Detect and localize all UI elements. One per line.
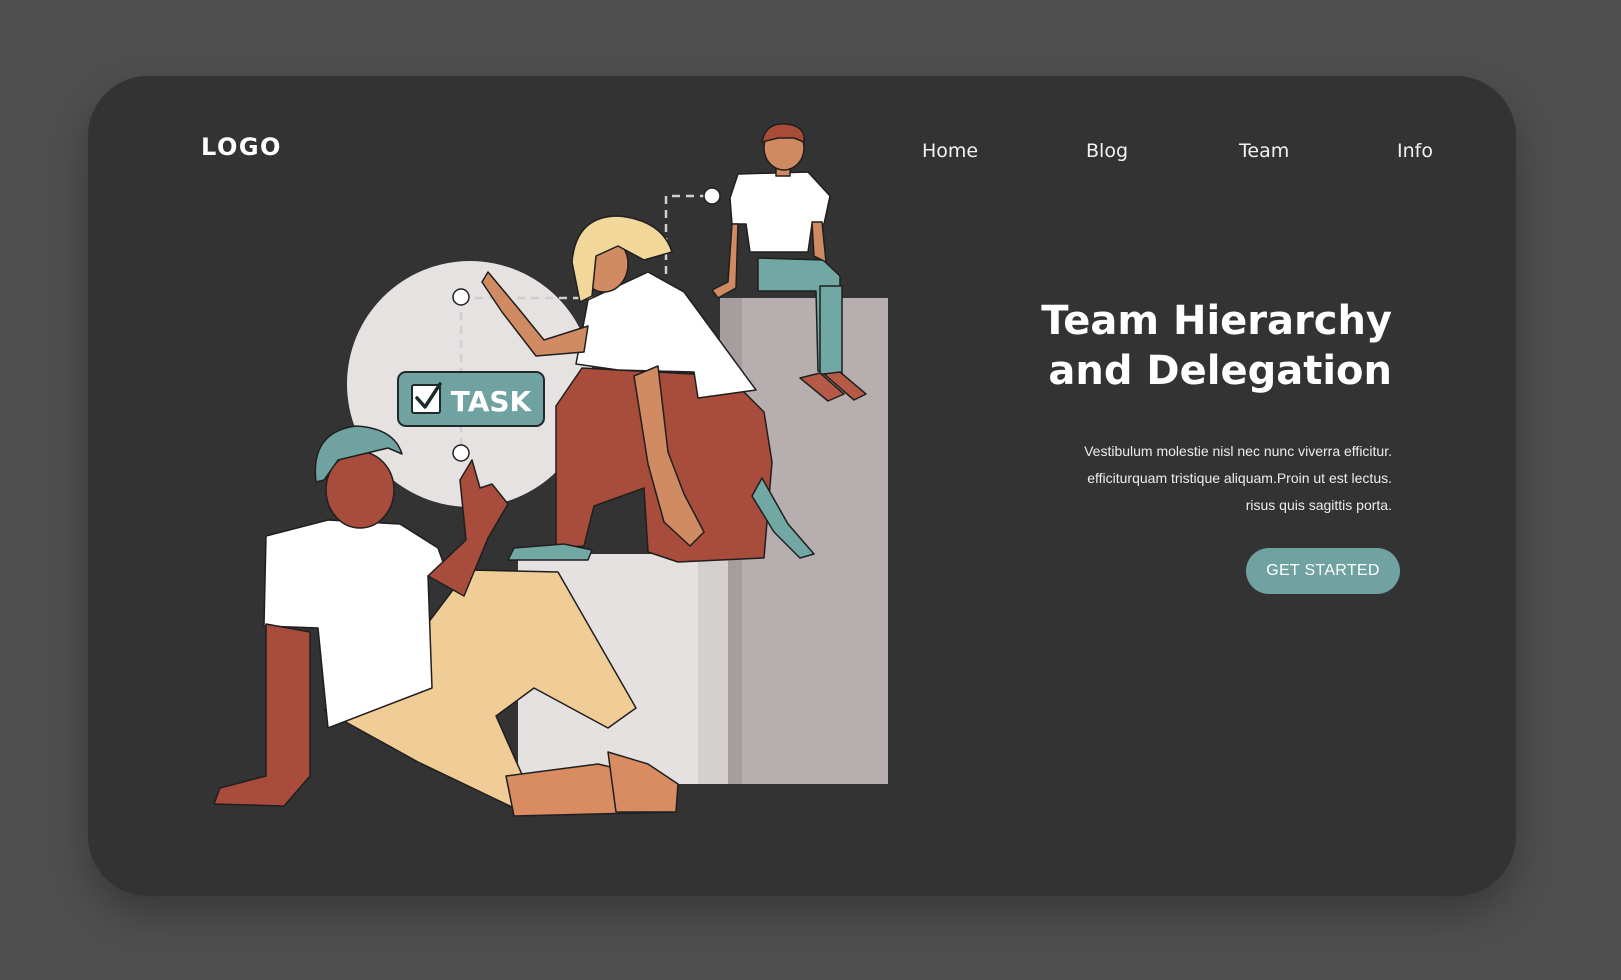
hero-description: Vestibulum molestie nisl nec nunc viverr…: [972, 438, 1392, 519]
landing-card: LOGO Home Blog Team Info TASK Team Hiera…: [88, 76, 1516, 896]
node-dot: [703, 187, 721, 205]
hero-description-line: risus quis sagittis porta.: [1245, 497, 1392, 513]
hero-description-line: Vestibulum molestie nisl nec nunc viverr…: [1084, 443, 1392, 459]
hero-title-line: Team Hierarchy: [1041, 298, 1392, 344]
node-dot: [452, 288, 470, 306]
hero-description-line: efficiturquam tristique aliquam.Proin ut…: [1087, 470, 1392, 486]
node-dot: [452, 444, 470, 462]
nav-link-team[interactable]: Team: [1239, 136, 1289, 166]
team-hierarchy-illustration: TASK: [213, 123, 888, 817]
task-badge-label: TASK: [451, 385, 533, 418]
nav-link-info[interactable]: Info: [1397, 136, 1433, 166]
nav-link-home[interactable]: Home: [922, 136, 978, 166]
hero-title-line: and Delegation: [1048, 348, 1392, 394]
nav-link-blog[interactable]: Blog: [1086, 136, 1128, 166]
hero-title: Team Hierarchy and Delegation: [952, 296, 1392, 396]
get-started-button[interactable]: GET STARTED: [1246, 548, 1400, 594]
task-badge: TASK: [397, 371, 545, 427]
checkbox-checked-icon: [411, 382, 442, 414]
